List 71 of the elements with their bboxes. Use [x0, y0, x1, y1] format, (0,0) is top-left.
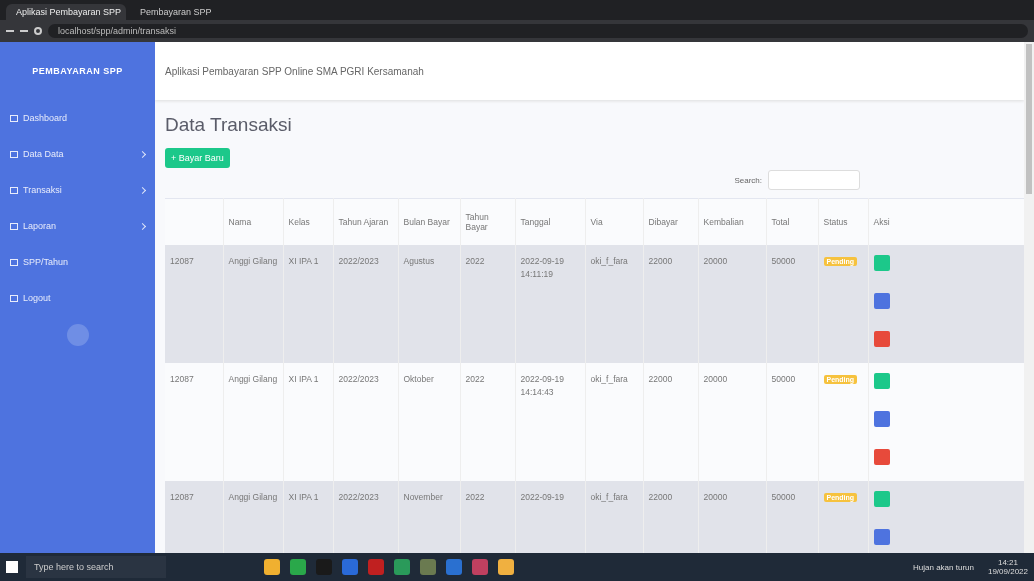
- menu-item-icon: [10, 222, 18, 230]
- table-cell: 50000: [766, 244, 818, 363]
- search-label: Search:: [734, 175, 762, 185]
- table-cell: 20000: [698, 244, 766, 363]
- app-icon[interactable]: [394, 559, 410, 575]
- column-header[interactable]: Dibayar: [643, 198, 698, 245]
- weather-text: Hujan akan turun: [913, 562, 974, 572]
- column-header[interactable]: Kembalian: [698, 198, 766, 245]
- column-header[interactable]: Total: [766, 198, 818, 245]
- table-cell: 2022-09-19 14:14:43: [515, 362, 585, 481]
- column-header[interactable]: Bulan Bayar: [398, 198, 460, 245]
- column-header[interactable]: Nama: [223, 198, 283, 245]
- sidebar-item[interactable]: Dashboard: [0, 100, 155, 136]
- sidebar-item[interactable]: Data Data: [0, 136, 155, 172]
- taskbar-search-field[interactable]: Type here to search: [26, 556, 166, 578]
- column-header[interactable]: Kelas: [283, 198, 333, 245]
- table-cell: Anggi Gilang: [223, 244, 283, 363]
- menu-item-icon: [10, 114, 18, 122]
- table-cell: oki_f_fara: [585, 244, 643, 363]
- table-cell: 2022/2023: [333, 244, 398, 363]
- menu-item-icon: [10, 150, 18, 158]
- table-cell: 2022-09-19 14:11:19: [515, 244, 585, 363]
- table-cell: Anggi Gilang: [223, 362, 283, 481]
- windows-start-icon[interactable]: [6, 561, 18, 573]
- app-icon[interactable]: [472, 559, 488, 575]
- sidebar-toggle-button[interactable]: [66, 324, 89, 346]
- column-header[interactable]: Tahun Bayar: [460, 198, 515, 245]
- app-icon[interactable]: [264, 559, 280, 575]
- app-icon[interactable]: [498, 559, 514, 575]
- table-cell: 50000: [766, 362, 818, 481]
- scrollbar[interactable]: [1024, 42, 1034, 553]
- app-title: Aplikasi Pembayaran SPP Online SMA PGRI Kersamanah: [165, 65, 424, 77]
- search-field[interactable]: [768, 170, 860, 190]
- table-cell: 2022/2023: [333, 362, 398, 481]
- clock-time: 14:21: [997, 558, 1018, 567]
- table-cell: Oktober: [398, 362, 460, 481]
- sidebar-item[interactable]: SPP/Tahun: [0, 244, 155, 280]
- table-cell: 12087: [165, 362, 223, 481]
- sidebar-item[interactable]: Transaksi: [0, 172, 155, 208]
- clock-date: 19/09/2022: [987, 567, 1028, 576]
- app-icon[interactable]: [290, 559, 306, 575]
- menu-item-icon: [10, 186, 18, 194]
- page-heading: Data Transaksi: [165, 114, 293, 136]
- app-icon[interactable]: [342, 559, 358, 575]
- table-cell: 22000: [643, 244, 698, 363]
- table-cell: oki_f_fara: [585, 362, 643, 481]
- table-cell: XI IPA 1: [283, 244, 333, 363]
- table-cell: Agustus: [398, 244, 460, 363]
- sidebar-item[interactable]: Logout: [0, 280, 155, 316]
- reload-icon[interactable]: [34, 27, 42, 35]
- menu-item-icon: [10, 294, 18, 302]
- address-bar[interactable]: localhost/spp/admin/transaksi: [48, 24, 1028, 38]
- browser-tab[interactable]: Pembayaran SPP: [130, 4, 250, 20]
- table-cell: XI IPA 1: [283, 362, 333, 481]
- app-icon[interactable]: [420, 559, 436, 575]
- column-header[interactable]: Via: [585, 198, 643, 245]
- column-header[interactable]: Tanggal: [515, 198, 585, 245]
- app-icon[interactable]: [446, 559, 462, 575]
- sidebar-item[interactable]: Laporan: [0, 208, 155, 244]
- app-icon[interactable]: [368, 559, 384, 575]
- table-cell: 22000: [643, 362, 698, 481]
- table-cell: 2022: [460, 362, 515, 481]
- sidebar-brand[interactable]: PEMBAYARAN SPP: [0, 42, 155, 100]
- table-cell: 2022: [460, 244, 515, 363]
- menu-item-icon: [10, 258, 18, 266]
- app-icon[interactable]: [316, 559, 332, 575]
- column-header[interactable]: Tahun Ajaran: [333, 198, 398, 245]
- column-header[interactable]: Status: [818, 198, 868, 245]
- table-cell: 12087: [165, 244, 223, 363]
- table-cell: 20000: [698, 362, 766, 481]
- browser-tab[interactable]: Aplikasi Pembayaran SPP: [6, 4, 126, 20]
